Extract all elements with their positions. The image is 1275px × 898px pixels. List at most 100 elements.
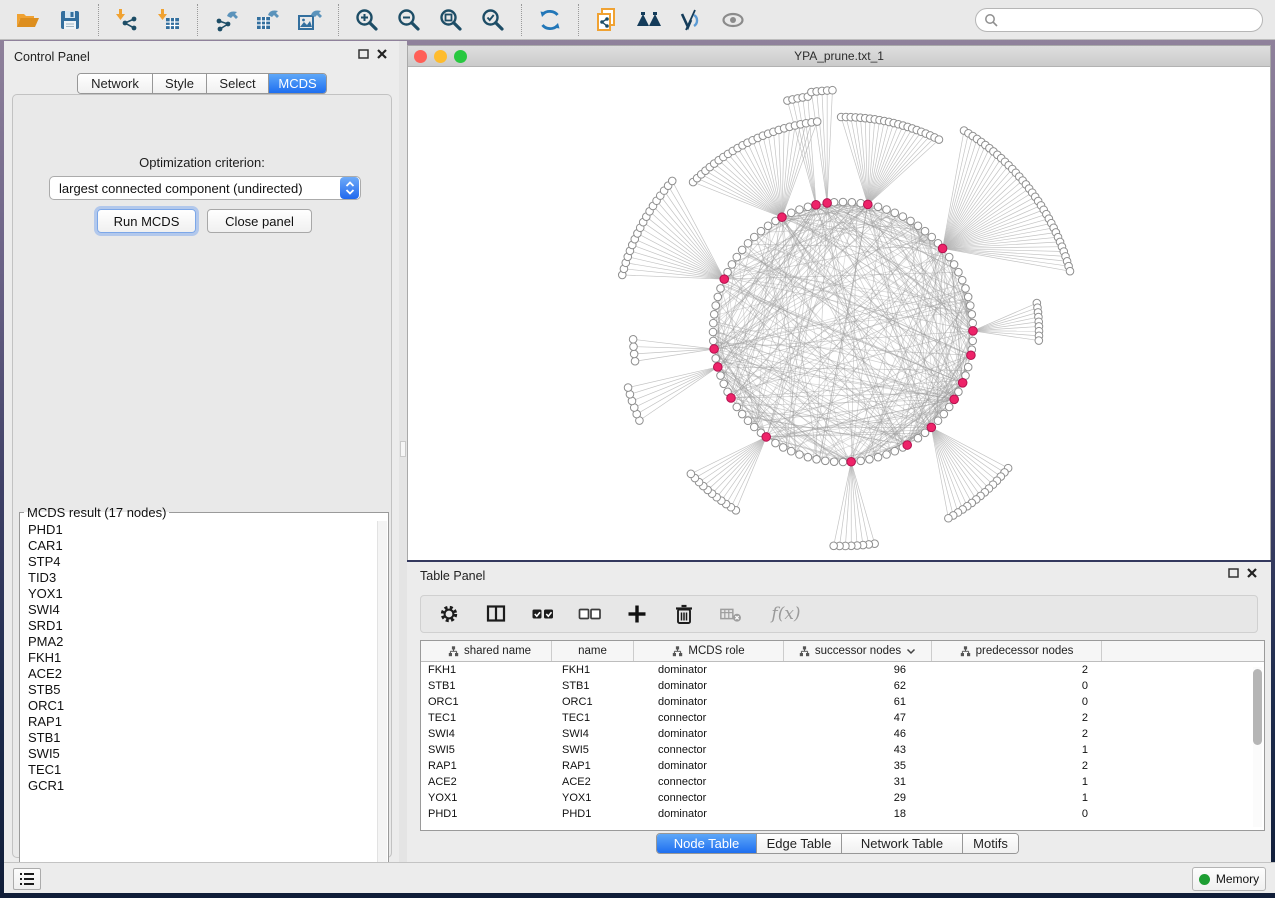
network-node[interactable]	[733, 253, 741, 261]
list-item[interactable]: SWI4	[22, 602, 376, 618]
network-node[interactable]	[955, 388, 963, 396]
network-node[interactable]	[709, 328, 717, 336]
float-panel-icon[interactable]	[358, 49, 369, 59]
network-hub-node[interactable]	[938, 244, 947, 253]
tab-style[interactable]: Style	[153, 74, 207, 93]
network-node[interactable]	[883, 451, 891, 459]
network-node[interactable]	[764, 222, 772, 230]
network-hub-node[interactable]	[762, 433, 771, 442]
network-hub-node[interactable]	[720, 275, 729, 284]
column-header-mcds-role[interactable]: MCDS role	[634, 641, 784, 661]
network-node[interactable]	[630, 343, 638, 351]
tab-mcds[interactable]: MCDS	[269, 74, 326, 93]
network-hub-node[interactable]	[778, 213, 787, 222]
network-hub-node[interactable]	[927, 423, 936, 432]
network-node[interactable]	[955, 268, 963, 276]
network-node[interactable]	[857, 457, 865, 465]
show-columns-button[interactable]	[484, 602, 508, 626]
network-node[interactable]	[945, 514, 953, 522]
network-node[interactable]	[883, 206, 891, 214]
network-node[interactable]	[796, 451, 804, 459]
list-item[interactable]: PMA2	[22, 634, 376, 650]
list-item[interactable]: STP4	[22, 554, 376, 570]
list-item[interactable]: ORC1	[22, 698, 376, 714]
network-node[interactable]	[712, 355, 720, 363]
zoom-selected-button[interactable]	[479, 6, 507, 34]
network-node[interactable]	[804, 453, 812, 461]
column-header-name[interactable]: name	[552, 641, 634, 661]
network-node[interactable]	[668, 177, 676, 185]
table-row[interactable]: SWI5SWI5connector431	[421, 742, 1264, 758]
network-node[interactable]	[891, 209, 899, 217]
network-node[interactable]	[733, 403, 741, 411]
network-node[interactable]	[710, 337, 718, 345]
list-item[interactable]: TID3	[22, 570, 376, 586]
search-input[interactable]	[1003, 13, 1254, 27]
column-header-shared-name[interactable]: shared name	[421, 641, 552, 661]
network-node[interactable]	[839, 458, 847, 466]
network-node[interactable]	[796, 206, 804, 214]
network-node[interactable]	[945, 403, 953, 411]
network-node[interactable]	[630, 350, 638, 358]
network-node[interactable]	[813, 455, 821, 463]
network-node[interactable]	[914, 434, 922, 442]
network-node[interactable]	[874, 453, 882, 461]
network-node[interactable]	[848, 199, 856, 207]
network-node[interactable]	[772, 439, 780, 447]
share-document-button[interactable]	[593, 6, 621, 34]
network-node[interactable]	[787, 447, 795, 455]
network-node[interactable]	[804, 203, 812, 211]
tab-select[interactable]: Select	[207, 74, 269, 93]
network-node[interactable]	[839, 198, 847, 206]
maximize-window-button[interactable]	[454, 50, 467, 63]
show-details-button[interactable]	[719, 6, 747, 34]
import-table-button[interactable]	[155, 6, 183, 34]
list-item[interactable]: TEC1	[22, 762, 376, 778]
network-node[interactable]	[779, 444, 787, 452]
search-network-button[interactable]	[635, 6, 663, 34]
tab-network[interactable]: Network	[78, 74, 153, 93]
network-node[interactable]	[714, 293, 722, 301]
network-node[interactable]	[744, 417, 752, 425]
network-hub-node[interactable]	[727, 394, 736, 403]
network-node[interactable]	[968, 310, 976, 318]
list-item[interactable]: ACE2	[22, 666, 376, 682]
network-node[interactable]	[969, 337, 977, 345]
list-item[interactable]: CAR1	[22, 538, 376, 554]
import-network-button[interactable]	[113, 6, 141, 34]
table-row[interactable]: PHD1PHD1dominator180	[421, 806, 1264, 822]
zoom-in-button[interactable]	[353, 6, 381, 34]
network-hub-node[interactable]	[847, 457, 856, 466]
delete-column-button[interactable]	[672, 602, 696, 626]
network-node[interactable]	[935, 136, 943, 144]
column-header-predecessor-nodes[interactable]: predecessor nodes	[932, 641, 1102, 661]
optimization-criterion-select[interactable]: largest connected component (undirected)	[49, 176, 361, 200]
create-column-button[interactable]	[625, 602, 649, 626]
network-node[interactable]	[710, 310, 718, 318]
table-row[interactable]: TEC1TEC1connector472	[421, 710, 1264, 726]
close-window-button[interactable]	[414, 50, 427, 63]
tab-network-table[interactable]: Network Table	[842, 834, 963, 853]
memory-button[interactable]: Memory	[1192, 867, 1266, 891]
run-mcds-button[interactable]: Run MCDS	[97, 209, 196, 233]
tab-edge-table[interactable]: Edge Table	[757, 834, 842, 853]
tab-node-table[interactable]: Node Table	[657, 834, 757, 853]
list-item[interactable]: GCR1	[22, 778, 376, 794]
table-row[interactable]: ORC1ORC1dominator610	[421, 694, 1264, 710]
table-row[interactable]: STB1STB1dominator620	[421, 678, 1264, 694]
network-node[interactable]	[757, 227, 765, 235]
network-hub-node[interactable]	[903, 441, 912, 450]
network-node[interactable]	[738, 246, 746, 254]
close-panel-icon[interactable]	[1247, 568, 1257, 578]
network-node[interactable]	[969, 319, 977, 327]
network-node[interactable]	[830, 458, 838, 466]
close-panel-icon[interactable]	[377, 49, 387, 59]
network-hub-node[interactable]	[958, 378, 967, 387]
network-node[interactable]	[787, 209, 795, 217]
network-node[interactable]	[738, 410, 746, 418]
network-node[interactable]	[962, 285, 970, 293]
export-table-button[interactable]	[254, 6, 282, 34]
zoom-fit-button[interactable]	[437, 6, 465, 34]
network-node[interactable]	[958, 276, 966, 284]
list-item[interactable]: SRD1	[22, 618, 376, 634]
